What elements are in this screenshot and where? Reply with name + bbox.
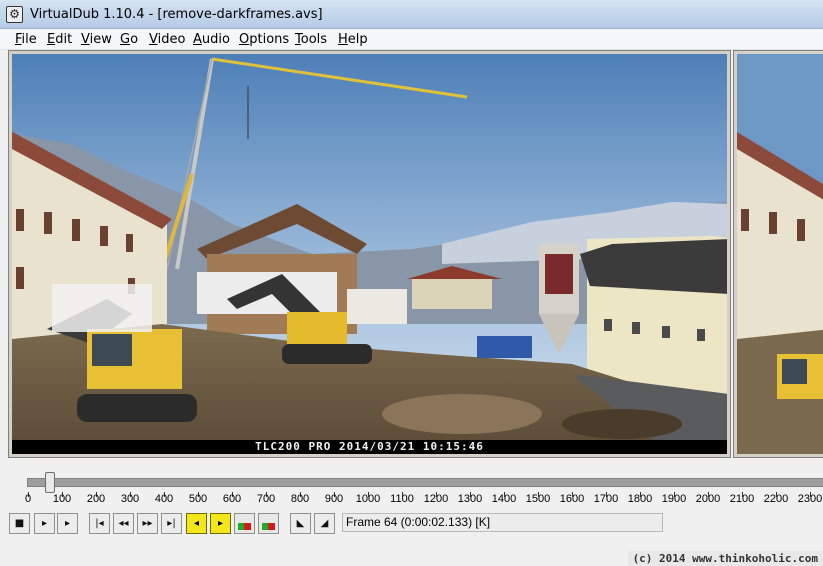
watermark: (c) 2014 www.thinkoholic.com	[627, 551, 823, 566]
frame-status: Frame 64 (0:00:02.133) [K]	[342, 513, 663, 532]
go-end-icon[interactable]: ▸|	[161, 513, 182, 534]
timeline-tick-label: 1100	[390, 493, 414, 505]
input-video-pane[interactable]: TLC200 PRO 2014/03/21 10:15:46	[8, 50, 731, 458]
timeline-tick-label: 400	[154, 493, 174, 505]
playback-toolbar: ■ ▸ ▸ |◂ ◂◂ ▸▸ ▸| ◂ ▸ ◣ ◢ Frame 64 (0:00…	[0, 511, 823, 537]
timeline-tick-label: 2100	[729, 493, 755, 505]
menu-audio[interactable]: Audio	[193, 32, 230, 47]
menu-tools-rest: ools	[300, 32, 328, 47]
timeline-tick-label: 1400	[491, 493, 517, 505]
timeline-tick-label: 600	[222, 493, 242, 505]
timeline-tick-label: 1600	[559, 493, 585, 505]
timeline-tick-label: 2300	[797, 493, 823, 505]
menu-help-rest: elp	[347, 32, 368, 47]
construction-site-image	[12, 54, 727, 454]
menu-go[interactable]: Go	[120, 32, 138, 47]
input-video-frame: TLC200 PRO 2014/03/21 10:15:46	[12, 54, 727, 454]
prev-frame-icon[interactable]: ◂◂	[113, 513, 134, 534]
timeline-tick-label: 300	[120, 493, 140, 505]
menu-bar: File Edit View Go Video Audio Options To…	[0, 29, 823, 50]
menu-audio-rest: udio	[201, 32, 230, 47]
timeline-tick-label: 700	[256, 493, 276, 505]
virtualdub-window: ⚙ VirtualDub 1.10.4 - [remove-darkframes…	[0, 0, 823, 566]
output-video-frame	[737, 54, 823, 454]
timeline-tick-label: 0	[24, 493, 32, 505]
timeline-tick-label: 1500	[525, 493, 551, 505]
mark-out-icon[interactable]: ◢	[314, 513, 335, 534]
menu-options[interactable]: Options	[239, 32, 289, 47]
window-title: VirtualDub 1.10.4 - [remove-darkframes.a…	[30, 7, 323, 22]
menu-file[interactable]: File	[15, 32, 37, 47]
mark-in-icon[interactable]: ◣	[290, 513, 311, 534]
prev-scene-icon[interactable]	[234, 513, 255, 534]
menu-view[interactable]: View	[81, 32, 112, 47]
timeline-tick-label: 1900	[661, 493, 687, 505]
menu-options-rest: ptions	[249, 32, 290, 47]
timeline-thumb[interactable]	[45, 472, 55, 493]
app-icon[interactable]: ⚙	[6, 6, 23, 23]
go-start-icon[interactable]: |◂	[89, 513, 110, 534]
timeline-tick-label: 1700	[593, 493, 619, 505]
timestamp-overlay: TLC200 PRO 2014/03/21 10:15:46	[255, 440, 484, 453]
next-scene-icon[interactable]	[258, 513, 279, 534]
prev-keyframe-icon[interactable]: ◂	[186, 513, 207, 534]
timeline: 0 100 200 300 400 500 600 700 800 900 1000 1100 1200…	[0, 460, 823, 512]
play-output-icon[interactable]: ▸	[57, 513, 78, 534]
timeline-tick-label: 100	[52, 493, 72, 505]
menu-view-rest: iew	[89, 32, 112, 47]
output-video-pane[interactable]	[733, 50, 823, 458]
timeline-tick-label: 1300	[457, 493, 483, 505]
timeline-tick-label: 1000	[355, 493, 381, 505]
timeline-tick-label: 200	[86, 493, 106, 505]
menu-file-rest: ile	[21, 32, 37, 47]
timeline-tick-label: 1200	[423, 493, 449, 505]
timeline-track[interactable]	[27, 478, 823, 487]
timeline-tick-label: 1800	[627, 493, 653, 505]
timeline-tick-label: 800	[290, 493, 310, 505]
menu-go-rest: o	[130, 32, 139, 47]
menu-help[interactable]: Help	[338, 32, 368, 47]
timeline-tick-label: 500	[188, 493, 208, 505]
stop-icon[interactable]: ■	[9, 513, 30, 534]
play-input-icon[interactable]: ▸	[34, 513, 55, 534]
menu-edit[interactable]: Edit	[47, 32, 72, 47]
next-frame-icon[interactable]: ▸▸	[137, 513, 158, 534]
title-bar[interactable]: ⚙ VirtualDub 1.10.4 - [remove-darkframes…	[0, 0, 823, 29]
timeline-tick-label: 900	[324, 493, 344, 505]
menu-video-rest: ideo	[157, 32, 186, 47]
menu-tools[interactable]: Tools	[295, 32, 327, 47]
next-keyframe-icon[interactable]: ▸	[210, 513, 231, 534]
timeline-tick-label: 2200	[763, 493, 789, 505]
timeline-tick-label: 2000	[695, 493, 721, 505]
construction-site-image-output	[737, 54, 823, 454]
menu-video[interactable]: Video	[149, 32, 185, 47]
menu-edit-rest: dit	[55, 32, 73, 47]
